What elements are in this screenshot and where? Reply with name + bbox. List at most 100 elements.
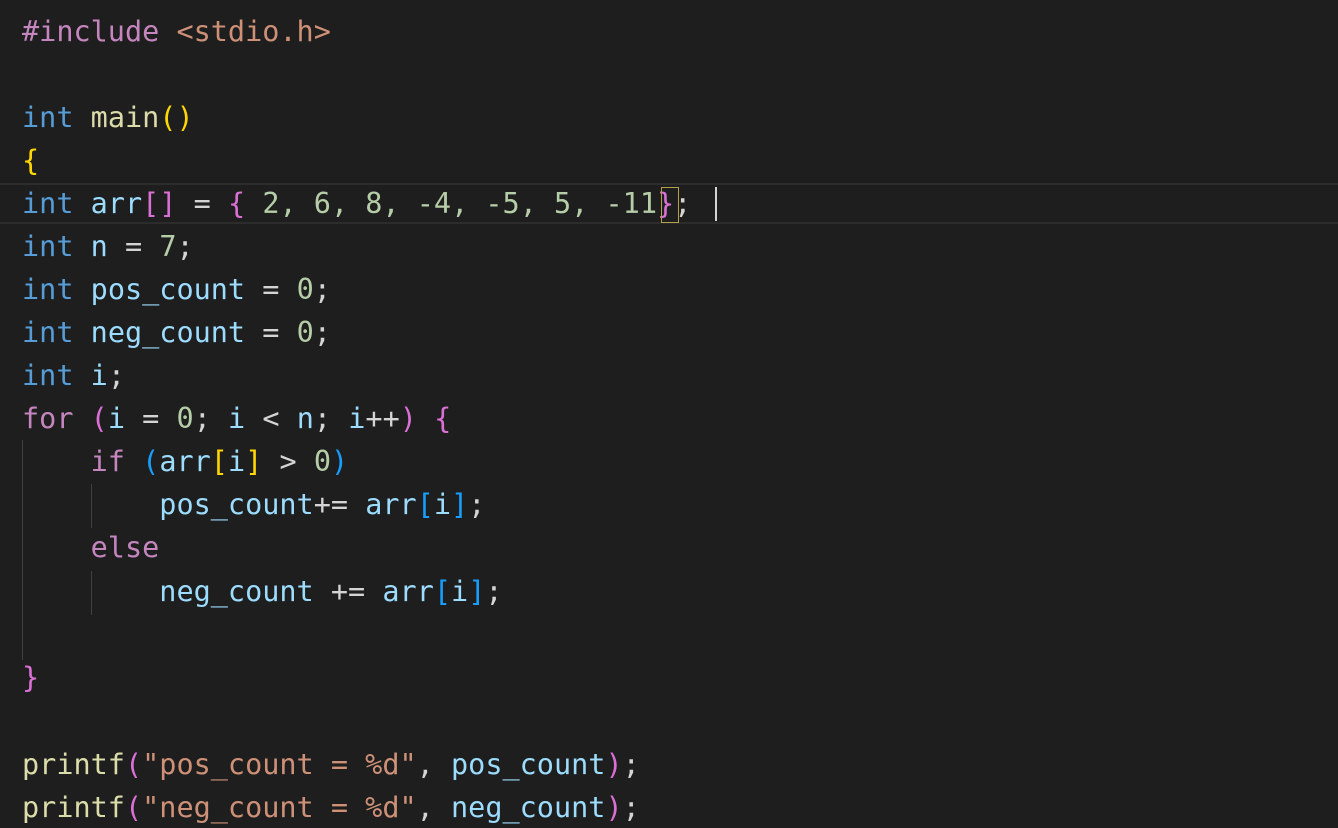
type-keyword: int [22,316,74,349]
type-keyword: int [22,101,74,134]
variable: i [348,402,366,435]
variable: arr [365,488,417,521]
variable: i [433,488,452,521]
operator: = [142,402,160,435]
code-line-14[interactable]: neg_count += arr[i]; [22,570,503,613]
comma: , [416,791,434,824]
code-line-13[interactable]: else [22,526,160,569]
open-brace: { [227,187,246,220]
variable: n [296,402,314,435]
function-name: printf [22,791,125,824]
include-directive: #include [22,15,160,48]
for-keyword: for [22,402,74,435]
bracket: [ [433,575,452,608]
code-line-11[interactable]: if (arr[i] > 0) [22,440,349,483]
paren: ( [124,791,143,824]
code-line-16[interactable]: } [22,656,39,699]
semicolon: ; [468,488,486,521]
operator: = [193,187,211,220]
type-keyword: int [22,359,74,392]
number: 0 [296,273,314,306]
else-keyword: else [90,531,160,564]
bracket: [] [142,187,177,220]
comma: , [416,748,434,781]
close-brace: } [22,661,40,694]
semicolon: ; [176,230,194,263]
text-cursor [715,187,717,221]
number: 7 [159,230,177,263]
operator: < [262,402,280,435]
operator: > [279,445,297,478]
paren: ( [142,445,160,478]
variable: arr [159,445,211,478]
variable: neg_count [159,575,314,608]
array-values: 2, 6, 8, -4, -5, 5, -11 [262,187,657,220]
code-line-19[interactable]: printf("neg_count = %d", neg_count); [22,786,640,828]
paren: () [159,101,194,134]
variable: arr [90,187,143,220]
variable: neg_count [90,316,246,349]
code-line-7[interactable]: int pos_count = 0; [22,268,331,311]
semicolon: ; [193,402,211,435]
operator: = [262,316,280,349]
string-literal: "pos_count = %d" [142,748,417,781]
variable: n [90,230,108,263]
type-keyword: int [22,273,74,306]
variable: i [451,575,469,608]
code-line-10[interactable]: for (i = 0; i < n; i++) { [22,397,451,440]
code-line-9[interactable]: int i; [22,354,125,397]
variable: pos_count [451,748,606,781]
bracket: ] [245,445,263,478]
code-line-5[interactable]: int arr[] = { 2, 6, 8, -4, -5, 5, -11}; [22,182,691,225]
semicolon: ; [107,359,125,392]
code-line-12[interactable]: pos_count+= arr[i]; [22,483,485,526]
bracket: ] [468,575,486,608]
variable: i [228,402,246,435]
function-name: printf [22,748,125,781]
operator: = [125,230,143,263]
operator: += [313,488,349,521]
type-keyword: int [22,187,74,220]
operator: = [262,273,280,306]
code-line-6[interactable]: int n = 7; [22,225,194,268]
semicolon: ; [622,791,640,824]
code-line-1[interactable]: #include <stdio.h> [22,10,331,53]
semicolon: ; [313,273,331,306]
code-line-8[interactable]: int neg_count = 0; [22,311,331,354]
code-line-4[interactable]: { [22,139,39,182]
header-name: <stdio.h> [176,15,331,48]
bracket: [ [210,445,228,478]
variable: arr [382,575,434,608]
type-keyword: int [22,230,74,263]
operator: ++ [365,402,400,435]
paren: ( [90,402,108,435]
variable: neg_count [451,791,606,824]
paren: ) [331,445,349,478]
code-line-3[interactable]: int main() [22,96,194,139]
open-brace: { [22,144,40,177]
semicolon: ; [485,575,503,608]
code-editor[interactable]: #include <stdio.h> int main() { int arr[… [0,0,1338,828]
number: 0 [296,316,314,349]
number: 0 [313,445,331,478]
semicolon: ; [313,402,332,435]
function-name: main [90,101,160,134]
semicolon: ; [622,748,640,781]
variable: i [227,445,246,478]
paren: ) [605,748,623,781]
variable: i [107,402,125,435]
bracket: [ [416,488,434,521]
number: 0 [176,402,194,435]
variable: pos_count [159,488,314,521]
paren: ) [605,791,623,824]
variable: i [90,359,108,392]
code-line-18[interactable]: printf("pos_count = %d", pos_count); [22,743,640,786]
bracket-match-box [661,187,679,223]
operator: += [330,575,366,608]
open-brace: { [434,402,452,435]
string-literal: "neg_count = %d" [142,791,417,824]
variable: pos_count [90,273,246,306]
semicolon: ; [313,316,331,349]
if-keyword: if [90,445,125,478]
paren: ( [124,748,143,781]
